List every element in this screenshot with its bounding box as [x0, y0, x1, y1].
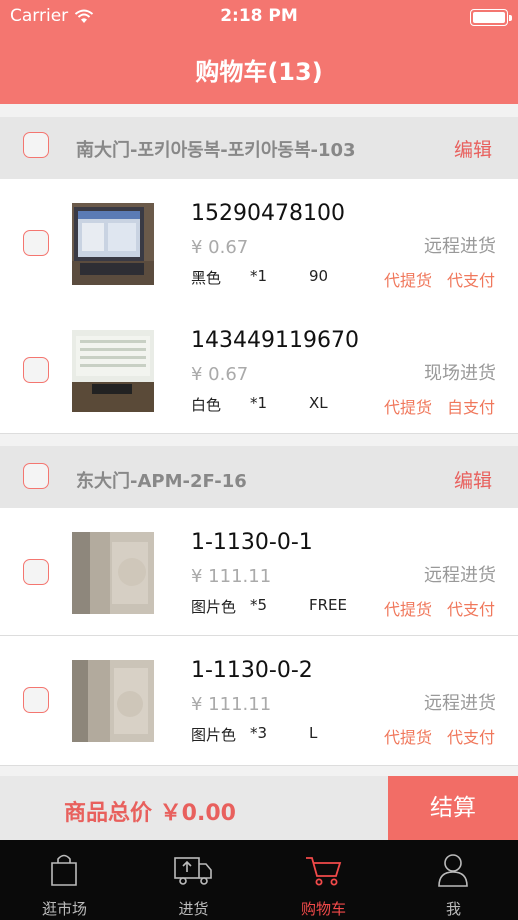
- item-quantity: *1: [250, 394, 268, 412]
- tab-label: 进货: [178, 900, 209, 918]
- delivery-truck-icon: [174, 857, 212, 885]
- pickup-option[interactable]: 代提货: [384, 724, 432, 748]
- item-title: 1-1130-0-1: [191, 530, 313, 555]
- battery-icon: [470, 9, 512, 26]
- item-quantity: *1: [250, 267, 268, 285]
- item-color: 图片色: [191, 726, 237, 744]
- pickup-option[interactable]: 代提货: [384, 394, 432, 418]
- user-icon: [438, 854, 468, 887]
- pickup-option[interactable]: 代提货: [384, 267, 432, 291]
- item-title: 143449119670: [191, 328, 359, 353]
- product-thumbnail[interactable]: [72, 660, 154, 742]
- status-bar: Carrier 2:18 PM: [0, 0, 518, 34]
- shop-header: 东大门-APM-2F-16 编辑: [0, 446, 518, 508]
- purchase-mode: 远程进货: [424, 236, 496, 257]
- shop-name: 东大门-APM-2F-16: [76, 471, 247, 492]
- item-size: FREE: [309, 596, 348, 614]
- payment-option[interactable]: 代支付: [447, 267, 495, 291]
- item-checkbox[interactable]: [23, 559, 49, 585]
- tab-bar: 逛市场 进货 购物车 我: [0, 840, 518, 920]
- tab-cart[interactable]: 购物车: [259, 840, 388, 920]
- product-thumbnail[interactable]: [72, 330, 154, 412]
- nav-header: Carrier 2:18 PM 购物车(13): [0, 0, 518, 104]
- item-quantity: *5: [250, 596, 268, 614]
- item-title: 15290478100: [191, 201, 345, 226]
- product-thumbnail[interactable]: [72, 203, 154, 285]
- payment-option[interactable]: 代支付: [447, 596, 495, 620]
- checkout-bar: 商品总价 ￥0.00 结算: [0, 776, 518, 840]
- purchase-mode: 远程进货: [424, 565, 496, 586]
- item-color: 图片色: [191, 598, 237, 616]
- total-price: 商品总价 ￥0.00: [64, 801, 236, 826]
- shop-name: 南大门-포키아동복-포키아동복-103: [76, 140, 356, 161]
- checkout-button[interactable]: 结算: [388, 776, 518, 840]
- tab-label: 逛市场: [41, 900, 87, 918]
- shop-checkbox[interactable]: [23, 463, 49, 489]
- item-checkbox[interactable]: [23, 230, 49, 256]
- shop-checkbox[interactable]: [23, 132, 49, 158]
- pickup-option[interactable]: 代提货: [384, 596, 432, 620]
- item-price: ¥ 0.67: [191, 364, 249, 385]
- cart-icon: [306, 857, 342, 886]
- status-time: 2:18 PM: [220, 6, 298, 26]
- cart-item: 1-1130-0-1 ¥ 111.11 图片色 *5 FREE 远程进货 代提货…: [0, 508, 518, 636]
- item-color: 黑色: [191, 269, 222, 287]
- cart-item: 143449119670 ¥ 0.67 白色 *1 XL 现场进货 代提货 自支…: [0, 306, 518, 434]
- item-checkbox[interactable]: [23, 357, 49, 383]
- shopping-bag-icon: [51, 854, 77, 886]
- item-price: ¥ 111.11: [191, 694, 272, 715]
- item-size: 90: [309, 267, 329, 285]
- shop-header: 南大门-포키아동복-포키아동복-103 编辑: [0, 117, 518, 179]
- cart-item: 15290478100 ¥ 0.67 黑色 *1 90 远程进货 代提货 代支付: [0, 179, 518, 307]
- edit-button[interactable]: 编辑: [454, 466, 492, 493]
- item-checkbox[interactable]: [23, 687, 49, 713]
- purchase-mode: 远程进货: [424, 693, 496, 714]
- tab-purchase[interactable]: 进货: [129, 840, 258, 920]
- item-price: ¥ 0.67: [191, 237, 249, 258]
- payment-option[interactable]: 代支付: [447, 724, 495, 748]
- product-thumbnail[interactable]: [72, 532, 154, 614]
- item-quantity: *3: [250, 724, 268, 742]
- page-title: 购物车(13): [195, 58, 323, 86]
- item-title: 1-1130-0-2: [191, 658, 313, 683]
- edit-button[interactable]: 编辑: [454, 135, 492, 162]
- item-price: ¥ 111.11: [191, 566, 272, 587]
- item-size: XL: [309, 394, 328, 412]
- purchase-mode: 现场进货: [424, 363, 496, 384]
- tab-me[interactable]: 我: [389, 840, 518, 920]
- tab-label: 我: [445, 900, 461, 918]
- tab-market[interactable]: 逛市场: [0, 840, 129, 920]
- tab-label: 购物车: [300, 900, 346, 918]
- item-size: L: [309, 724, 318, 742]
- item-color: 白色: [191, 396, 222, 414]
- cart-item: 1-1130-0-2 ¥ 111.11 图片色 *3 L 远程进货 代提货 代支…: [0, 636, 518, 766]
- payment-option[interactable]: 自支付: [447, 394, 495, 418]
